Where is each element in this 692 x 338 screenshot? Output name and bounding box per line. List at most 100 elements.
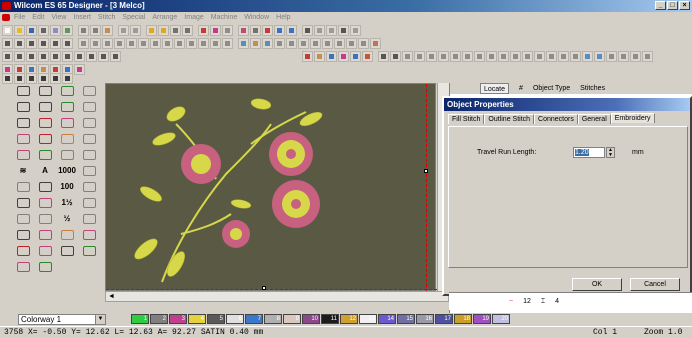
swatch-7[interactable]: 7 (245, 314, 263, 324)
design-canvas[interactable] (105, 83, 437, 292)
picture-icon[interactable] (80, 196, 98, 209)
group-icon[interactable] (78, 38, 89, 49)
object-list-row[interactable]: ~ 12 ⌶ 4 (449, 292, 692, 310)
color-d-icon[interactable] (338, 51, 349, 62)
zoom-box-icon[interactable] (170, 25, 181, 36)
zoom-icon[interactable] (158, 25, 169, 36)
tab-connectors[interactable]: Connectors (534, 114, 578, 124)
tie-icon[interactable] (14, 260, 32, 273)
select-icon[interactable] (2, 73, 13, 84)
menu-arrange[interactable]: Arrange (152, 12, 177, 23)
circle-icon[interactable] (80, 132, 98, 145)
prop-2-icon[interactable] (390, 51, 401, 62)
block-icon[interactable] (36, 132, 54, 145)
select-lasso-icon[interactable] (38, 73, 49, 84)
undo-icon[interactable] (118, 25, 129, 36)
zigzag-icon[interactable] (58, 148, 76, 161)
view-5-icon[interactable] (50, 51, 61, 62)
needle-tool-icon[interactable] (14, 116, 32, 129)
prop-12-icon[interactable] (510, 51, 521, 62)
prop-4-icon[interactable] (414, 51, 425, 62)
swatch-11[interactable]: 11 (321, 314, 339, 324)
scroll-left-icon[interactable]: ◄ (108, 293, 115, 300)
tree-icon[interactable] (58, 84, 76, 97)
select-all-icon[interactable] (50, 73, 61, 84)
ungroup-icon[interactable] (90, 38, 101, 49)
view-7-icon[interactable] (74, 51, 85, 62)
bulb-icon[interactable] (58, 228, 76, 241)
prop-17-icon[interactable] (570, 51, 581, 62)
tatami-icon[interactable] (38, 38, 49, 49)
appliqué-icon[interactable] (58, 116, 76, 129)
resize-handle-bottom[interactable] (262, 286, 266, 290)
bowl-icon[interactable] (14, 228, 32, 241)
column-num[interactable]: # (519, 83, 523, 94)
prop-18-icon[interactable] (582, 51, 593, 62)
ellipse-tool-icon[interactable] (80, 116, 98, 129)
grid-icon[interactable] (146, 25, 157, 36)
travel-icon[interactable] (274, 25, 285, 36)
target-icon[interactable] (36, 260, 54, 273)
3d-icon[interactable] (198, 38, 209, 49)
run-tool-icon[interactable] (80, 244, 98, 257)
pointer-icon[interactable] (14, 84, 32, 97)
rectangle-icon[interactable] (80, 148, 98, 161)
menu-image[interactable]: Image (184, 12, 203, 23)
swatch-14[interactable]: 14 (378, 314, 396, 324)
tab-outline-stitch[interactable]: Outline Stitch (484, 114, 535, 124)
node-icon[interactable] (186, 38, 197, 49)
settings-icon[interactable] (350, 25, 361, 36)
prop-8-icon[interactable] (462, 51, 473, 62)
fill-icon[interactable] (2, 38, 13, 49)
measure-icon[interactable] (314, 25, 325, 36)
thread-7-icon[interactable] (74, 64, 85, 75)
table-icon[interactable] (80, 212, 98, 225)
menu-help[interactable]: Help (276, 12, 290, 23)
text-path-icon[interactable] (14, 196, 32, 209)
menu-machine[interactable]: Machine (211, 12, 237, 23)
web-icon[interactable] (36, 148, 54, 161)
menu-special[interactable]: Special (122, 12, 145, 23)
prop-14-icon[interactable] (534, 51, 545, 62)
swatch-3[interactable]: 3 (169, 314, 187, 324)
column-stitches[interactable]: Stitches (580, 83, 605, 94)
save-icon[interactable] (26, 25, 37, 36)
colorway-select[interactable]: Colorway 1 ▼ (18, 314, 106, 325)
outline-icon[interactable] (222, 25, 233, 36)
wave-icon[interactable]: ≋ (14, 164, 32, 177)
cutwork-icon[interactable] (58, 132, 76, 145)
swatch-16[interactable]: 16 (416, 314, 434, 324)
swatch-1[interactable]: 1 (131, 314, 149, 324)
wizard-icon[interactable] (370, 38, 381, 49)
view-8-icon[interactable] (86, 51, 97, 62)
prop-9-icon[interactable] (474, 51, 485, 62)
lock-icon[interactable] (102, 38, 113, 49)
motif-icon[interactable] (62, 38, 73, 49)
menu-view[interactable]: View (51, 12, 66, 23)
layer-11-icon[interactable] (358, 38, 369, 49)
needle-icon[interactable] (262, 25, 273, 36)
cancel-button[interactable]: Cancel (630, 278, 680, 291)
swatch-15[interactable]: 15 (397, 314, 415, 324)
prop-19-icon[interactable] (594, 51, 605, 62)
layer-5-icon[interactable] (286, 38, 297, 49)
complex-fill-icon[interactable] (58, 100, 76, 113)
fraction-icon[interactable]: ½ (58, 212, 76, 225)
ribbon-icon[interactable] (36, 244, 54, 257)
pen-tool-icon[interactable] (14, 132, 32, 145)
swatch-19[interactable]: 19 (473, 314, 491, 324)
horizontal-scrollbar[interactable]: ◄ (105, 291, 449, 302)
paste-icon[interactable] (102, 25, 113, 36)
minimize-button[interactable]: _ (655, 1, 666, 10)
brush-icon[interactable] (36, 212, 54, 225)
arc-icon[interactable] (80, 100, 98, 113)
maximize-button[interactable]: □ (667, 1, 678, 10)
spiral-icon[interactable] (14, 180, 32, 193)
mirror-icon[interactable] (138, 38, 149, 49)
copy-icon[interactable] (90, 25, 101, 36)
menu-stitch[interactable]: Stitch (98, 12, 116, 23)
swatch-12[interactable]: 12 (340, 314, 358, 324)
view-9-icon[interactable] (98, 51, 109, 62)
view-2-icon[interactable] (14, 51, 25, 62)
print-preview-icon[interactable] (50, 25, 61, 36)
